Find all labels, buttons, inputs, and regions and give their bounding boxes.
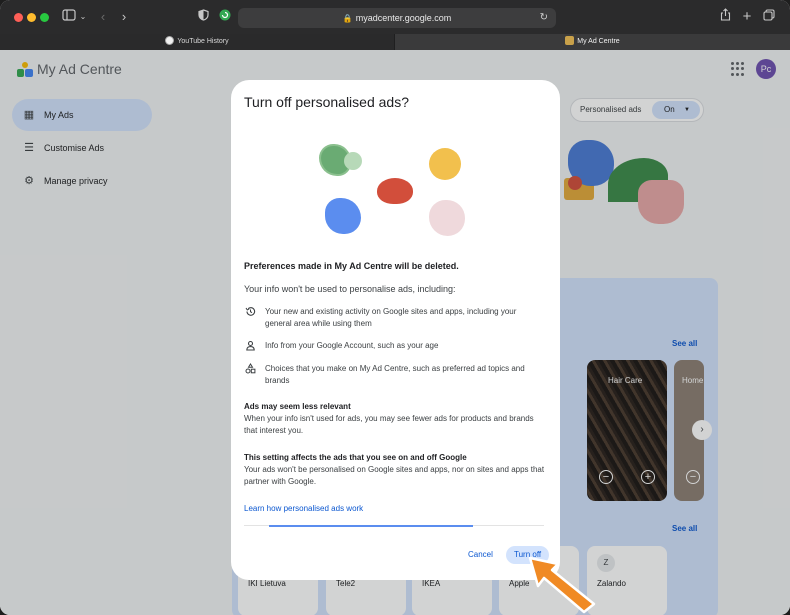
relevance-body: When your info isn't used for ads, you m…	[244, 414, 534, 435]
relevance-heading: Ads may seem less relevant	[244, 402, 351, 411]
turn-off-personalised-ads-dialog: Turn off personalised ads? Preferences m…	[231, 80, 560, 580]
address-text: myadcenter.google.com	[355, 13, 452, 23]
lock-icon: 🔒	[342, 14, 353, 23]
maximize-window-button[interactable]	[40, 13, 49, 22]
sidebar-toggle-icon[interactable]	[60, 8, 78, 26]
share-icon[interactable]	[718, 8, 732, 26]
back-icon[interactable]: ‹	[96, 8, 110, 26]
reload-icon[interactable]: ↻	[540, 8, 548, 28]
learn-more-link[interactable]: Learn how personalised ads work	[244, 504, 363, 513]
info-item-text: Your new and existing activity on Google…	[265, 307, 517, 328]
tab-my-ad-centre[interactable]: My Ad Centre	[395, 34, 790, 50]
close-window-button[interactable]	[14, 13, 23, 22]
deleted-notice: Preferences made in My Ad Centre will be…	[244, 261, 459, 271]
address-bar[interactable]: 🔒 myadcenter.google.com ↻	[238, 8, 556, 28]
scroll-indicator[interactable]	[269, 525, 473, 527]
privacy-shield-icon[interactable]	[196, 8, 210, 26]
dialog-illustration	[311, 138, 471, 248]
tab-bar: YouTube History My Ad Centre	[0, 34, 790, 50]
browser-toolbar: ⌄ ‹ › 🔒 myadcenter.google.com ↻ +	[0, 0, 790, 34]
annotation-arrow-icon	[528, 556, 596, 614]
chevron-down-icon[interactable]: ⌄	[78, 8, 88, 26]
new-tab-icon[interactable]: +	[740, 8, 754, 26]
setting-scope-heading: This setting affects the ads that you se…	[244, 453, 467, 462]
info-item-text: Choices that you make on My Ad Centre, s…	[265, 364, 525, 385]
info-item-text: Info from your Google Account, such as y…	[265, 341, 439, 350]
extension-icon[interactable]	[218, 8, 232, 26]
dialog-title: Turn off personalised ads?	[244, 94, 409, 110]
info-intro: Your info won't be used to personalise a…	[244, 284, 456, 294]
tab-overview-icon[interactable]	[762, 8, 776, 26]
tab-label: My Ad Centre	[577, 38, 620, 45]
cancel-button[interactable]: Cancel	[462, 546, 499, 564]
ad-centre-favicon-icon	[565, 35, 575, 45]
minimize-window-button[interactable]	[27, 13, 36, 22]
person-icon	[244, 340, 256, 354]
forward-icon[interactable]: ›	[117, 8, 131, 26]
setting-scope-body: Your ads won't be personalised on Google…	[244, 465, 545, 486]
tab-youtube-history[interactable]: YouTube History	[0, 34, 394, 50]
shapes-icon	[244, 363, 256, 377]
history-icon	[244, 306, 256, 320]
tab-label: YouTube History	[177, 38, 229, 45]
google-favicon-icon	[165, 35, 175, 45]
browser-window: ⌄ ‹ › 🔒 myadcenter.google.com ↻ + YouTube…	[0, 0, 790, 615]
